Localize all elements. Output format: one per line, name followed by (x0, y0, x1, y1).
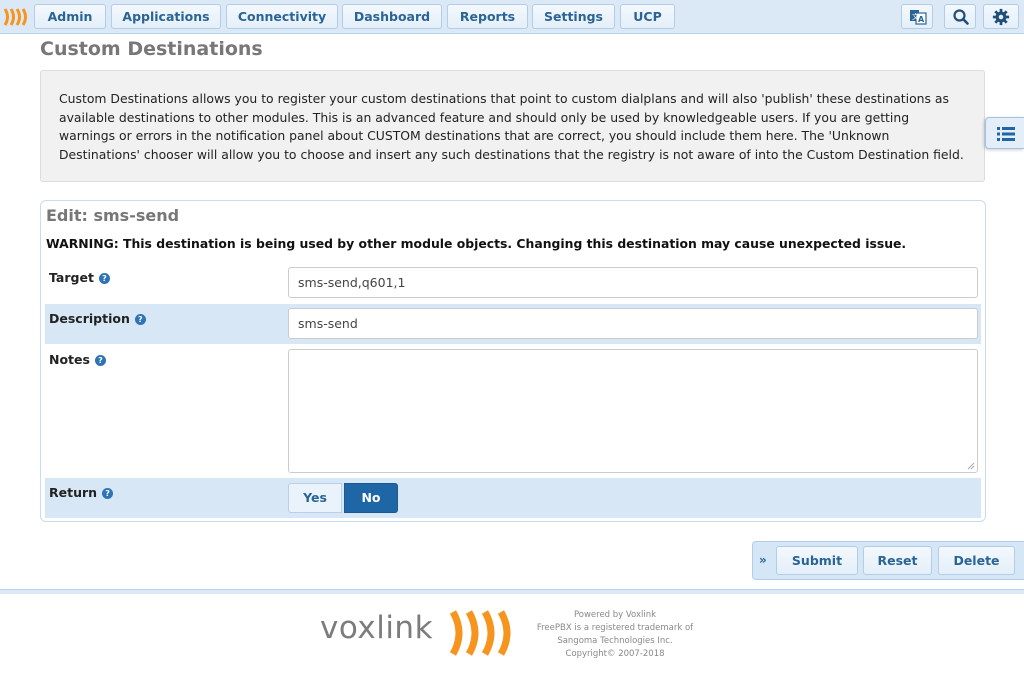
footer-line-1: Powered by Voxlink (573, 610, 657, 620)
module-description: Custom Destinations allows you to regist… (40, 70, 985, 182)
warning-message: WARNING: This destination is being used … (46, 236, 907, 251)
nav-dashboard[interactable]: Dashboard (342, 4, 442, 29)
target-input[interactable]: sms-send,q601,1 (288, 267, 978, 298)
return-yes-option[interactable]: Yes (288, 483, 342, 513)
edit-form-panel: Edit: sms-send WARNING: This destination… (40, 200, 986, 522)
gear-icon (992, 8, 1010, 26)
submit-button[interactable]: Submit (776, 546, 858, 575)
description-input[interactable]: sms-send (288, 308, 978, 339)
return-label-wrap: Return? (49, 485, 114, 500)
brand-logo-icon[interactable] (3, 8, 29, 26)
notes-row: Notes? (45, 344, 981, 478)
notes-label-wrap: Notes? (49, 352, 106, 367)
voxlink-logo-icon (449, 610, 511, 656)
help-icon[interactable]: ? (102, 488, 114, 499)
help-icon[interactable]: ? (94, 355, 106, 366)
settings-button[interactable] (983, 4, 1019, 29)
nav-settings[interactable]: Settings (532, 4, 615, 29)
language-icon: 文 A (910, 10, 927, 25)
nav-admin[interactable]: Admin (34, 4, 106, 29)
help-icon[interactable]: ? (98, 273, 110, 284)
description-label-wrap: Description? (49, 311, 146, 326)
right-nav-toggle[interactable] (985, 117, 1024, 149)
module-description-text: Custom Destinations allows you to regist… (59, 91, 964, 162)
footer-divider (0, 589, 1024, 594)
return-label: Return (49, 485, 98, 500)
target-row: Target? sms-send,q601,1 (45, 264, 981, 304)
footer-line-4: Copyright© 2007-2018 (565, 649, 665, 659)
nav-applications[interactable]: Applications (111, 4, 221, 29)
list-icon (997, 127, 1015, 141)
return-no-option[interactable]: No (344, 483, 398, 513)
action-bar: » Submit Reset Delete (752, 541, 1024, 580)
language-button[interactable]: 文 A (901, 4, 933, 29)
nav-ucp[interactable]: UCP (620, 4, 675, 29)
search-icon (953, 9, 969, 25)
reset-button[interactable]: Reset (863, 546, 932, 575)
target-label-wrap: Target? (49, 270, 110, 285)
notes-label: Notes (49, 352, 90, 367)
page-title: Custom Destinations (40, 38, 263, 60)
description-row: Description? sms-send (45, 304, 981, 344)
footer-line-3: Sangoma Technologies Inc. (557, 636, 673, 646)
description-label: Description (49, 311, 130, 326)
search-button[interactable] (944, 4, 976, 29)
return-row: Return? Yes No (45, 478, 981, 518)
footer-line-2: FreePBX is a registered trademark of (536, 623, 694, 633)
nav-reports[interactable]: Reports (447, 4, 528, 29)
footer-legal: Powered by Voxlink FreePBX is a register… (525, 609, 705, 661)
footer-logo-text: voxlink (320, 610, 434, 646)
help-icon[interactable]: ? (134, 314, 146, 325)
resize-grip-icon[interactable] (967, 462, 975, 470)
edit-title: Edit: sms-send (46, 206, 180, 225)
nav-connectivity[interactable]: Connectivity (226, 4, 338, 29)
delete-button[interactable]: Delete (938, 546, 1015, 575)
top-navbar: Admin Applications Connectivity Dashboar… (0, 0, 1024, 34)
chevron-right-icon[interactable]: » (759, 553, 767, 567)
svg-text:A: A (918, 15, 925, 24)
notes-textarea[interactable] (288, 349, 978, 473)
target-label: Target (49, 270, 94, 285)
